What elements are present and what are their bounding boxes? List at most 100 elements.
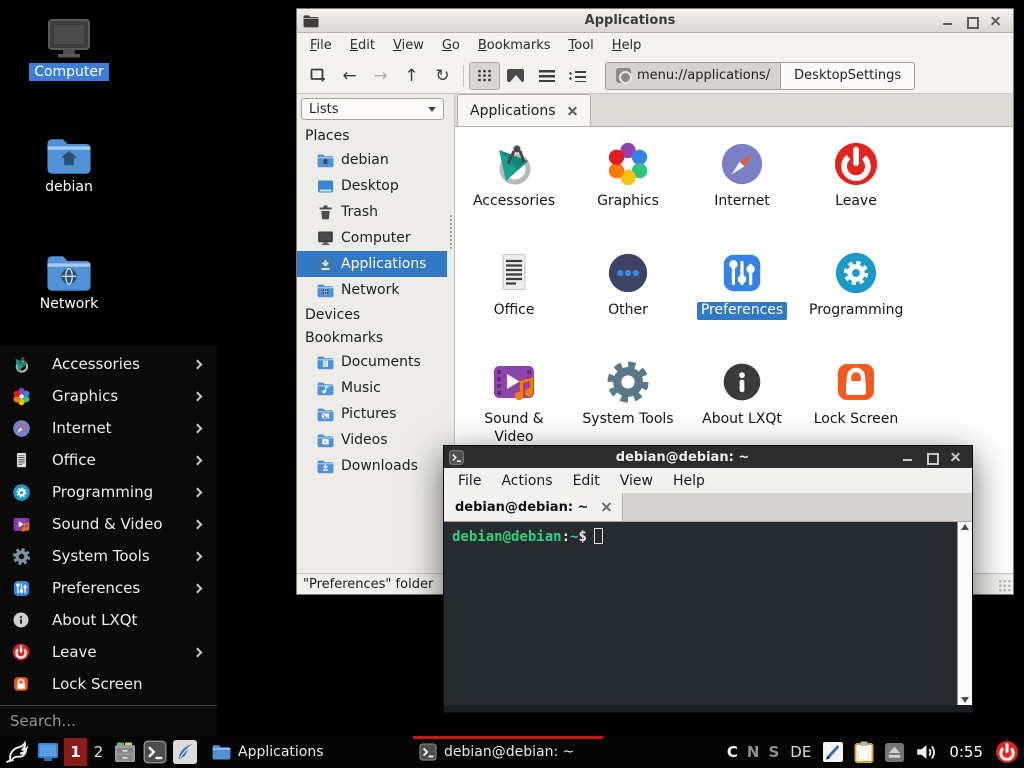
volume-tray-icon[interactable]	[914, 741, 937, 763]
power-tray-icon[interactable]	[995, 740, 1019, 764]
resize-grip[interactable]	[998, 579, 1012, 593]
sidebar-item-debian[interactable]: debian	[297, 147, 447, 173]
menu-item-graphics[interactable]: Graphics	[0, 380, 217, 412]
terminal-menu-actions[interactable]: Actions	[491, 471, 562, 491]
task-button-applications[interactable]: Applications	[206, 736, 406, 768]
folder-preferences[interactable]: Preferences	[685, 243, 799, 352]
clock[interactable]: 0:55	[949, 743, 983, 761]
back-button[interactable]: ←	[334, 62, 365, 90]
menu-item-leave[interactable]: Leave	[0, 636, 217, 668]
start-menu-button[interactable]	[0, 736, 32, 768]
task-button-terminal[interactable]: debian@debian: ~	[413, 736, 603, 768]
folder-leave[interactable]: Leave	[799, 134, 913, 243]
kbd-indicator-caps[interactable]: C	[727, 743, 738, 761]
up-button[interactable]: ↑	[396, 62, 427, 90]
terminal-tab[interactable]: debian@debian: ~	[444, 493, 623, 521]
keyboard-layout-indicator[interactable]: DE	[790, 743, 811, 761]
fm-titlebar[interactable]: Applications	[297, 9, 1013, 33]
terminal-scrollbar[interactable]	[957, 522, 972, 705]
desktop-icon-network[interactable]: Network	[17, 253, 121, 313]
menu-search-input[interactable]: Search...	[0, 705, 217, 736]
close-button[interactable]	[949, 451, 963, 463]
sidebar-item-documents[interactable]: Documents	[297, 349, 447, 375]
menu-item-about-lxqt[interactable]: About LXQt	[0, 604, 217, 636]
folder-accessories[interactable]: Accessories	[457, 134, 571, 243]
fm-menu-file[interactable]: File	[301, 35, 341, 56]
terminal-menu-view[interactable]: View	[610, 471, 663, 491]
kbd-indicator-num[interactable]: N	[747, 743, 760, 761]
folder-internet[interactable]: Internet	[685, 134, 799, 243]
menu-item-internet[interactable]: Internet	[0, 412, 217, 444]
tab-close-icon[interactable]	[568, 106, 578, 116]
tab-applications[interactable]: Applications	[457, 94, 591, 126]
forward-button[interactable]: →	[365, 62, 396, 90]
terminal-launcher[interactable]	[140, 736, 170, 768]
sidebar-item-downloads[interactable]: Downloads	[297, 453, 447, 479]
terminal-screen[interactable]: debian@debian:~$	[444, 522, 972, 705]
icon-view-button[interactable]	[469, 62, 500, 90]
compact-view-button[interactable]	[562, 62, 593, 90]
folder-office[interactable]: Office	[457, 243, 571, 352]
workspace-1-button[interactable]: 1	[64, 738, 87, 766]
screenshot-tray-icon[interactable]	[822, 741, 844, 763]
folder-programming[interactable]: Programming	[799, 243, 913, 352]
desktop-icon-computer[interactable]: Computer	[17, 18, 121, 81]
terminal-menu-help[interactable]: Help	[663, 471, 715, 491]
fm-menu-edit[interactable]: Edit	[341, 35, 384, 56]
path-segment-applications[interactable]: menu://applications/	[605, 62, 781, 90]
sidebar-item-music[interactable]: Music	[297, 375, 447, 401]
featherpad-launcher[interactable]	[170, 736, 200, 768]
terminal-titlebar[interactable]: debian@debian: ~	[444, 446, 972, 468]
sidebar-item-pictures[interactable]: Pictures	[297, 401, 447, 427]
menu-item-office[interactable]: Office	[0, 444, 217, 476]
menu-item-programming[interactable]: Programming	[0, 476, 217, 508]
preferences-icon	[717, 248, 767, 298]
eject-tray-icon[interactable]	[884, 742, 905, 763]
sidebar-item-videos[interactable]: Videos	[297, 427, 447, 453]
thumbnail-view-button[interactable]	[500, 62, 531, 90]
close-button[interactable]	[989, 15, 1003, 27]
folder-other[interactable]: Other	[571, 243, 685, 352]
menu-item-system-tools[interactable]: System Tools	[0, 540, 217, 572]
sidebar-item-computer[interactable]: Computer	[297, 225, 447, 251]
tab-close-icon[interactable]	[601, 502, 611, 512]
terminal-menu-edit[interactable]: Edit	[563, 471, 610, 491]
sidebar-mode-selector[interactable]: Lists	[301, 98, 444, 120]
workspace-2-button[interactable]: 2	[87, 738, 110, 766]
file-manager-launcher[interactable]	[110, 736, 140, 768]
menu-item-lock-screen[interactable]: Lock Screen	[0, 668, 217, 700]
icon-view-icon	[477, 69, 492, 82]
sidebar-item-applications[interactable]: Applications	[297, 251, 447, 277]
menu-item-preferences[interactable]: Preferences	[0, 572, 217, 604]
sidebar-item-network[interactable]: Network	[297, 277, 447, 303]
minimize-button[interactable]	[901, 451, 915, 463]
scroll-up-icon[interactable]	[961, 524, 969, 530]
new-tab-button[interactable]	[303, 62, 334, 90]
fm-menu-view[interactable]: View	[384, 35, 433, 56]
lock-icon	[11, 674, 31, 694]
refresh-button[interactable]: ↻	[427, 62, 458, 90]
folder-graphics[interactable]: Graphics	[571, 134, 685, 243]
path-segment-desktopsettings[interactable]: DesktopSettings	[781, 62, 915, 90]
desktop-icon-debian[interactable]: debian	[17, 136, 121, 196]
sidebar-item-desktop[interactable]: Desktop	[297, 173, 447, 199]
kbd-indicator-scroll[interactable]: S	[768, 743, 779, 761]
show-desktop-button[interactable]	[32, 736, 64, 768]
fm-menu-go[interactable]: Go	[433, 35, 469, 56]
menu-item-sound-video[interactable]: Sound & Video	[0, 508, 217, 540]
detailed-list-view-button[interactable]	[531, 62, 562, 90]
folder-label: Other	[608, 302, 648, 320]
fm-menu-help[interactable]: Help	[603, 35, 651, 56]
menu-item-label: Internet	[52, 419, 112, 437]
maximize-button[interactable]	[925, 451, 939, 463]
maximize-button[interactable]	[965, 15, 979, 27]
menu-item-accessories[interactable]: Accessories	[0, 348, 217, 380]
scroll-down-icon[interactable]	[961, 697, 969, 703]
fm-menu-bookmarks[interactable]: Bookmarks	[469, 35, 560, 56]
minimize-button[interactable]	[941, 15, 955, 27]
fm-menu-tool[interactable]: Tool	[560, 35, 603, 56]
terminal-menu-file[interactable]: File	[448, 471, 491, 491]
sidebar-item-trash[interactable]: Trash	[297, 199, 447, 225]
clipboard-tray-icon[interactable]	[853, 740, 875, 764]
folder-label: System Tools	[582, 411, 673, 429]
